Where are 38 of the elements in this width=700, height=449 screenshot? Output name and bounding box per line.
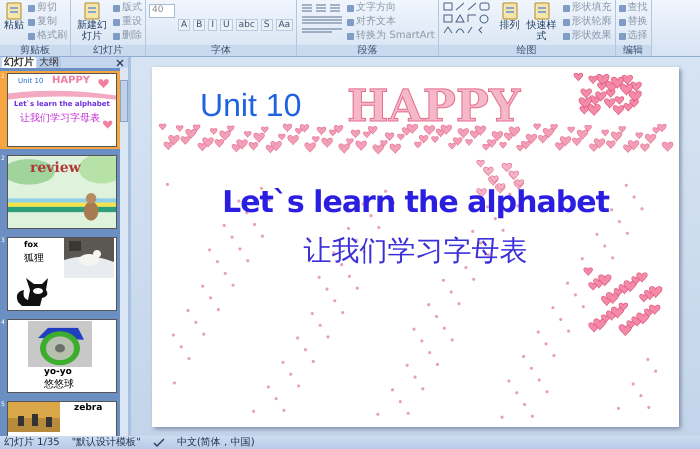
- group-label: 绘图: [438, 45, 614, 56]
- theme-name: "默认设计模板": [72, 437, 141, 448]
- format-button[interactable]: abc: [236, 19, 258, 31]
- ribbon-button[interactable]: 粘贴: [3, 1, 25, 32]
- ribbon-button[interactable]: 新建幻灯片: [74, 1, 110, 43]
- slide-text: fox: [24, 240, 38, 249]
- group-label: 剪贴板: [0, 45, 70, 56]
- group-label: 字体: [146, 45, 296, 56]
- art-title: HAPPY: [347, 80, 520, 132]
- slide-text: 狐狸: [24, 252, 44, 265]
- group-label: 幻灯片: [71, 45, 145, 56]
- slide-text: HAPPY: [52, 75, 90, 86]
- group-label: 编辑: [616, 45, 650, 56]
- unit-title: Unit 10: [200, 86, 302, 124]
- format-button[interactable]: U: [220, 19, 233, 31]
- scrollbar[interactable]: [120, 68, 128, 436]
- slide-title: Let`s learn the alphabet: [221, 184, 610, 220]
- pane-tab[interactable]: 大纲: [37, 57, 61, 68]
- format-button[interactable]: S: [260, 19, 273, 31]
- font-size-field[interactable]: 40: [149, 4, 175, 18]
- ribbon-button[interactable]: 快速样式: [524, 1, 560, 43]
- language: 中文(简体，中国): [176, 437, 255, 448]
- slide-text: yo-yo: [44, 367, 72, 377]
- format-button[interactable]: Aa: [276, 19, 294, 31]
- slide-title: review: [30, 160, 81, 176]
- close-icon[interactable]: [116, 59, 124, 67]
- slide-text: 让我们学习字母表: [20, 112, 100, 125]
- format-button[interactable]: I: [208, 19, 218, 31]
- format-button[interactable]: B: [193, 19, 206, 31]
- format-button[interactable]: A: [178, 19, 190, 31]
- spellcheck-icon[interactable]: [152, 438, 165, 448]
- group-label: 段落: [297, 45, 438, 56]
- slide-subtitle: 让我们学习字母表: [302, 232, 528, 268]
- ribbon-button[interactable]: 排列: [498, 1, 520, 32]
- slide-count: 幻灯片 1/35: [4, 437, 60, 448]
- slide-text: zebra: [74, 403, 102, 413]
- pane-tab[interactable]: 幻灯片: [2, 57, 36, 68]
- slide-text: 悠悠球: [44, 378, 74, 391]
